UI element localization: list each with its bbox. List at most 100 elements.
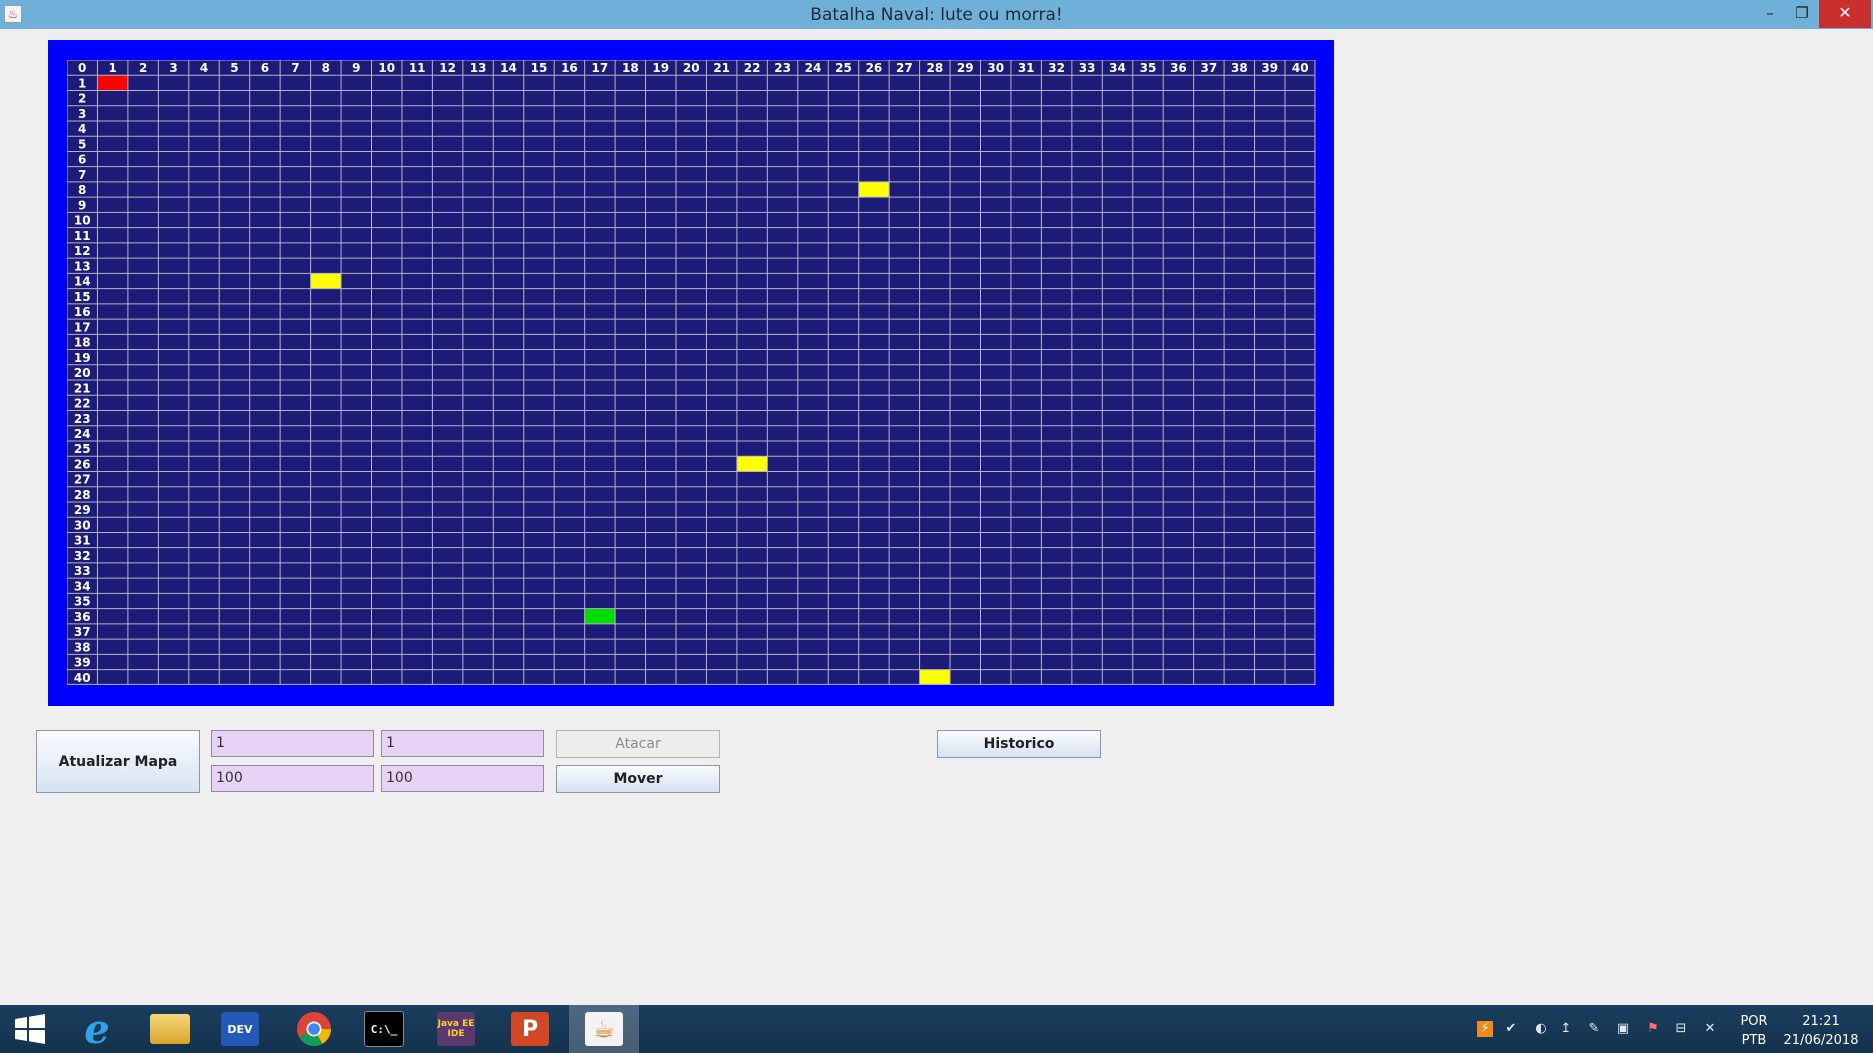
network-share-icon[interactable]: ◐ xyxy=(1533,1021,1549,1037)
col-label-27: 27 xyxy=(896,61,913,75)
chrome-icon xyxy=(297,1012,331,1046)
action-center-flag-icon[interactable]: ⚑ xyxy=(1645,1021,1661,1037)
cell-red-r1-c1[interactable] xyxy=(97,75,128,91)
col-label-7: 7 xyxy=(291,61,299,75)
col-label-5: 5 xyxy=(230,61,238,75)
volume-muted-icon[interactable]: ✕ xyxy=(1702,1021,1718,1037)
col-label-33: 33 xyxy=(1079,61,1096,75)
board-grid[interactable]: 0 1 2 3 4 5 6 7 8 9 10 11 12 13 14 15 16 17 18 19 20 21 22 23 24… xyxy=(67,60,1316,685)
col-label-31: 31 xyxy=(1018,61,1035,75)
col-label-17: 17 xyxy=(592,61,609,75)
row-label-32: 32 xyxy=(74,549,91,563)
row-label-31: 31 xyxy=(74,534,91,548)
restore-button[interactable]: ❐ xyxy=(1786,0,1818,28)
corner-label: 0 xyxy=(78,61,86,75)
col-label-6: 6 xyxy=(261,61,269,75)
powerpoint-icon: P xyxy=(511,1012,549,1046)
col-label-13: 13 xyxy=(470,61,487,75)
language-indicator[interactable]: POR PTB xyxy=(1735,1012,1773,1050)
taskbar-file-explorer[interactable] xyxy=(135,1005,205,1053)
row-label-18: 18 xyxy=(74,336,91,350)
clock-date: 21/06/2018 xyxy=(1783,1033,1859,1048)
row-label-29: 29 xyxy=(74,503,91,517)
row-label-13: 13 xyxy=(74,259,91,273)
row-label-26: 26 xyxy=(74,457,91,471)
row-label-38: 38 xyxy=(74,640,91,654)
clock[interactable]: 21:21 21/06/2018 xyxy=(1778,1012,1864,1050)
col-label-32: 32 xyxy=(1048,61,1065,75)
col-label-25: 25 xyxy=(835,61,852,75)
row-label-10: 10 xyxy=(74,214,91,228)
col-label-40: 40 xyxy=(1292,61,1309,75)
row-label-20: 20 xyxy=(74,366,91,380)
row-label-2: 2 xyxy=(78,92,86,106)
row-label-34: 34 xyxy=(74,579,91,593)
attack-button[interactable]: Atacar xyxy=(556,730,720,758)
taskbar-java-ee-ide[interactable]: Java EE IDE xyxy=(421,1005,491,1053)
cell-yellow-r26-c22[interactable] xyxy=(736,456,768,472)
close-button[interactable]: ✕ xyxy=(1819,0,1871,28)
internet-explorer-icon: e xyxy=(84,1005,110,1053)
col-label-2: 2 xyxy=(139,61,147,75)
language-code: POR xyxy=(1740,1014,1768,1029)
row-label-7: 7 xyxy=(78,168,86,182)
row-label-37: 37 xyxy=(74,625,91,639)
taskbar-dev-cpp[interactable]: DEV xyxy=(205,1005,275,1053)
move-button[interactable]: Mover xyxy=(556,765,720,793)
col-label-10: 10 xyxy=(378,61,395,75)
taskbar-command-prompt[interactable]: C:\_ xyxy=(349,1005,419,1053)
row-label-8: 8 xyxy=(78,183,86,197)
history-button[interactable]: Historico xyxy=(937,730,1101,758)
cell-yellow-r14-c8[interactable] xyxy=(310,273,342,289)
cell-yellow-r40-c28[interactable] xyxy=(919,669,951,685)
upload-icon[interactable]: ↥ xyxy=(1558,1021,1574,1037)
update-map-button[interactable]: Atualizar Mapa xyxy=(36,730,200,793)
attack-col-input[interactable]: 1 xyxy=(381,730,544,757)
cell-green-r36-c17[interactable] xyxy=(584,608,616,624)
col-label-37: 37 xyxy=(1201,61,1218,75)
col-label-4: 4 xyxy=(200,61,208,75)
minimize-button[interactable]: – xyxy=(1754,0,1786,28)
col-label-3: 3 xyxy=(169,61,177,75)
row-label-22: 22 xyxy=(74,397,91,411)
window-title: Batalha Naval: lute ou morra! xyxy=(810,5,1063,25)
attack-row-input[interactable]: 1 xyxy=(211,730,374,757)
row-label-14: 14 xyxy=(74,275,91,289)
move-col-input[interactable]: 100 xyxy=(381,765,544,792)
clock-time: 21:21 xyxy=(1802,1014,1840,1029)
taskbar-ie[interactable]: e xyxy=(62,1005,132,1053)
col-label-9: 9 xyxy=(352,61,360,75)
row-label-17: 17 xyxy=(74,320,91,334)
col-label-30: 30 xyxy=(987,61,1004,75)
row-label-35: 35 xyxy=(74,595,91,609)
move-row-input[interactable]: 100 xyxy=(211,765,374,792)
tray-app-icon[interactable]: ⚡ xyxy=(1477,1021,1493,1037)
start-button[interactable] xyxy=(0,1005,60,1053)
row-label-12: 12 xyxy=(74,244,91,258)
col-label-39: 39 xyxy=(1261,61,1278,75)
col-label-12: 12 xyxy=(439,61,456,75)
taskbar-powerpoint[interactable]: P xyxy=(495,1005,565,1053)
network-icon[interactable]: ⊟ xyxy=(1673,1021,1689,1037)
row-label-23: 23 xyxy=(74,412,91,426)
folder-icon xyxy=(150,1014,190,1044)
tools-icon[interactable]: ✎ xyxy=(1586,1021,1602,1037)
col-label-18: 18 xyxy=(622,61,639,75)
taskbar-java[interactable]: ☕ xyxy=(569,1005,639,1053)
row-label-4: 4 xyxy=(78,122,86,136)
command-prompt-icon: C:\_ xyxy=(364,1011,404,1047)
taskbar-chrome[interactable] xyxy=(279,1005,349,1053)
display-icon[interactable]: ▣ xyxy=(1615,1021,1631,1037)
col-label-24: 24 xyxy=(805,61,822,75)
col-label-22: 22 xyxy=(744,61,761,75)
col-label-38: 38 xyxy=(1231,61,1248,75)
row-label-28: 28 xyxy=(74,488,91,502)
row-label-5: 5 xyxy=(78,137,86,151)
row-label-33: 33 xyxy=(74,564,91,578)
cell-yellow-r8-c26[interactable] xyxy=(858,181,890,198)
col-label-36: 36 xyxy=(1170,61,1187,75)
col-label-14: 14 xyxy=(500,61,517,75)
security-icon[interactable]: ✔ xyxy=(1503,1021,1519,1037)
java-icon: ☕ xyxy=(585,1012,623,1046)
title-bar[interactable]: ♨ Batalha Naval: lute ou morra! – ❐ ✕ xyxy=(0,0,1873,29)
